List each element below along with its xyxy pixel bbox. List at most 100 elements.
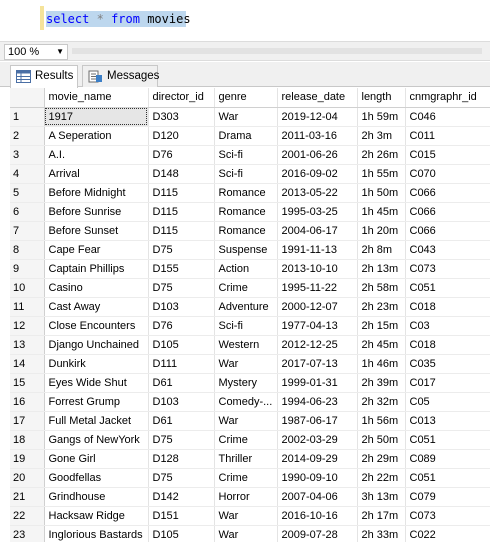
tab-messages[interactable]: Messages: [82, 65, 159, 87]
table-cell[interactable]: 1994-06-23: [277, 392, 358, 412]
table-cell[interactable]: 2007-04-06: [277, 487, 358, 507]
table-cell[interactable]: 1h 46m: [357, 354, 406, 374]
table-cell[interactable]: C035: [405, 354, 490, 374]
table-cell[interactable]: Casino: [44, 278, 149, 298]
column-header[interactable]: length: [357, 88, 406, 108]
table-cell[interactable]: D105: [148, 525, 215, 542]
row-number[interactable]: 12: [10, 316, 45, 336]
table-cell[interactable]: Romance: [214, 183, 278, 203]
table-cell[interactable]: D61: [148, 373, 215, 393]
table-cell[interactable]: Close Encounters: [44, 316, 149, 336]
table-cell[interactable]: 1990-09-10: [277, 468, 358, 488]
table-cell[interactable]: C066: [405, 221, 490, 241]
table-cell[interactable]: 1991-11-13: [277, 240, 358, 260]
table-cell[interactable]: Gone Girl: [44, 449, 149, 469]
table-cell[interactable]: 2016-10-16: [277, 506, 358, 526]
table-cell[interactable]: D151: [148, 506, 215, 526]
row-number[interactable]: 5: [10, 183, 45, 203]
table-row[interactable]: 23 Inglorious Bastards D105 War 2009-07-28 2h…: [10, 525, 490, 542]
table-cell[interactable]: 1h 45m: [357, 202, 406, 222]
table-cell[interactable]: Before Midnight: [44, 183, 149, 203]
table-cell[interactable]: Cape Fear: [44, 240, 149, 260]
table-cell[interactable]: Action: [214, 259, 278, 279]
table-cell[interactable]: War: [214, 506, 278, 526]
table-cell[interactable]: D111: [148, 354, 215, 374]
table-row[interactable]: 2A Seperation D120 Drama 2011-03-16 2h 3m C01…: [10, 126, 490, 146]
column-header[interactable]: genre: [214, 88, 278, 108]
table-cell[interactable]: 2h 29m: [357, 449, 406, 469]
table-cell[interactable]: Grindhouse: [44, 487, 149, 507]
table-cell[interactable]: 2016-09-02: [277, 164, 358, 184]
table-cell[interactable]: 1h 55m: [357, 164, 406, 184]
table-row[interactable]: 22 Hacksaw Ridge D151 War 2016-10-16 2h 17m C0…: [10, 506, 490, 526]
table-row[interactable]: 19 Gone Girl D128 Thriller 2014-09-29 2h 29m C…: [10, 449, 490, 469]
table-cell[interactable]: C051: [405, 468, 490, 488]
table-cell[interactable]: Comedy-...: [214, 392, 278, 412]
row-number[interactable]: 18: [10, 430, 45, 450]
table-cell[interactable]: 2h 26m: [357, 145, 406, 165]
table-cell[interactable]: D105: [148, 335, 215, 355]
table-cell[interactable]: D103: [148, 392, 215, 412]
table-cell[interactable]: 2h 8m: [357, 240, 406, 260]
table-cell[interactable]: C013: [405, 411, 490, 431]
table-cell[interactable]: D75: [148, 278, 215, 298]
table-row[interactable]: 20 Goodfellas D75 Crime 1990-09-10 2h 22m C051: [10, 468, 490, 488]
table-cell[interactable]: C011: [405, 126, 490, 146]
column-header[interactable]: release_date: [277, 88, 358, 108]
table-cell[interactable]: C051: [405, 278, 490, 298]
table-cell[interactable]: Goodfellas: [44, 468, 149, 488]
table-cell[interactable]: C046: [405, 107, 490, 127]
table-cell[interactable]: C073: [405, 259, 490, 279]
table-row[interactable]: 6 Before Sunrise D115 Romance 1995-03-25 1h 4…: [10, 202, 490, 222]
table-row[interactable]: 11 Cast Away D103 Adventure 2000-12-07 2h 23m…: [10, 297, 490, 317]
column-header[interactable]: cnmgraphr_id: [405, 88, 490, 108]
row-number[interactable]: 14: [10, 354, 45, 374]
table-cell[interactable]: D303: [148, 107, 215, 127]
table-cell[interactable]: 2013-05-22: [277, 183, 358, 203]
table-row[interactable]: 16 Forrest Grump D103 Comedy-... 1994-06-23 2…: [10, 392, 490, 412]
table-cell[interactable]: Eyes Wide Shut: [44, 373, 149, 393]
table-cell[interactable]: D148: [148, 164, 215, 184]
table-cell[interactable]: Dunkirk: [44, 354, 149, 374]
table-cell[interactable]: Hacksaw Ridge: [44, 506, 149, 526]
table-cell[interactable]: Crime: [214, 278, 278, 298]
table-cell[interactable]: 2h 33m: [357, 525, 406, 542]
table-cell[interactable]: D75: [148, 468, 215, 488]
row-number[interactable]: 19: [10, 449, 45, 469]
table-cell[interactable]: 1h 56m: [357, 411, 406, 431]
table-cell[interactable]: C070: [405, 164, 490, 184]
chevron-down-icon[interactable]: ▼: [56, 45, 64, 59]
table-cell[interactable]: D103: [148, 297, 215, 317]
table-row[interactable]: 14 Dunkirk D111 War 2017-07-13 1h 46m C035: [10, 354, 490, 374]
table-row[interactable]: 1 1917 D303 War 2019-12-04 1h 59m C046: [10, 107, 490, 127]
table-cell[interactable]: War: [214, 411, 278, 431]
table-row[interactable]: 12 Close Encounters D76 Sci-fi 1977-04-13 2h …: [10, 316, 490, 336]
table-cell[interactable]: Captain Phillips: [44, 259, 149, 279]
results-grid[interactable]: movie_name director_id genre release_dat…: [10, 88, 490, 542]
table-cell[interactable]: Horror: [214, 487, 278, 507]
row-number[interactable]: 21: [10, 487, 45, 507]
table-row[interactable]: 3 A.I. D76 Sci-fi 2001-06-26 2h 26m C015: [10, 145, 490, 165]
table-row[interactable]: 13 Django Unchained D105 Western 2012-12-25 2…: [10, 335, 490, 355]
table-cell[interactable]: Before Sunset: [44, 221, 149, 241]
table-cell[interactable]: C05: [405, 392, 490, 412]
table-cell[interactable]: D75: [148, 430, 215, 450]
table-cell[interactable]: C015: [405, 145, 490, 165]
table-cell[interactable]: D61: [148, 411, 215, 431]
table-cell[interactable]: C043: [405, 240, 490, 260]
table-cell[interactable]: C051: [405, 430, 490, 450]
table-cell[interactable]: Arrival: [44, 164, 149, 184]
table-cell[interactable]: D128: [148, 449, 215, 469]
table-cell[interactable]: D120: [148, 126, 215, 146]
table-cell[interactable]: C066: [405, 202, 490, 222]
table-cell[interactable]: 2004-06-17: [277, 221, 358, 241]
table-cell[interactable]: C089: [405, 449, 490, 469]
table-row[interactable]: 9 Captain Phillips D155 Action 2013-10-10 2h …: [10, 259, 490, 279]
table-cell[interactable]: Cast Away: [44, 297, 149, 317]
row-number[interactable]: 10: [10, 278, 45, 298]
table-row[interactable]: 21 Grindhouse D142 Horror 2007-04-06 3h 13m C0…: [10, 487, 490, 507]
table-cell[interactable]: Romance: [214, 221, 278, 241]
table-cell[interactable]: A.I.: [44, 145, 149, 165]
table-cell[interactable]: War: [214, 107, 278, 127]
table-row[interactable]: 5 Before Midnight D115 Romance 2013-05-22 1h …: [10, 183, 490, 203]
